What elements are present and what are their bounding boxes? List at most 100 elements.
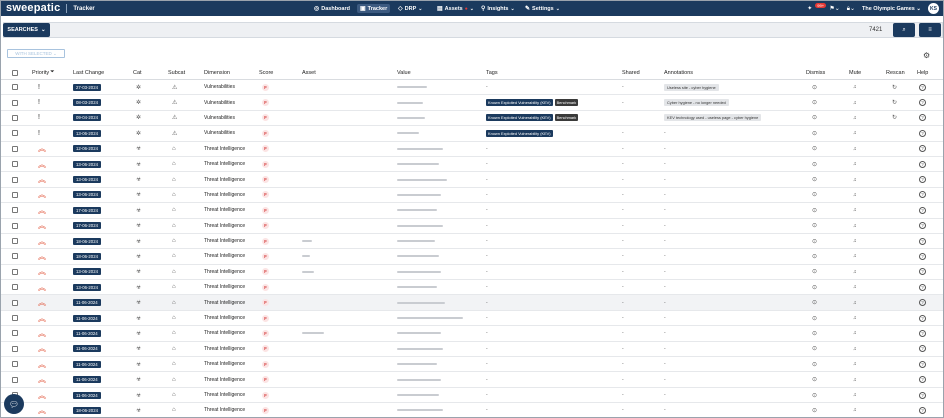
toggle-icon[interactable]: ⊙ bbox=[812, 130, 817, 137]
bell-icon[interactable]: ♫ bbox=[853, 161, 857, 167]
value-redacted[interactable] bbox=[397, 286, 437, 289]
nav-tracker[interactable]: ▣ Tracker bbox=[357, 4, 391, 13]
table-row[interactable]: ︽ 12-06-2024 ☣ ⌂ Threat Intelligence F - - - ⊙ ♫? bbox=[1, 142, 943, 157]
value-redacted[interactable] bbox=[397, 193, 441, 196]
select-all-checkbox[interactable] bbox=[12, 69, 18, 76]
help-icon[interactable]: ? bbox=[919, 129, 926, 137]
asset-redacted[interactable] bbox=[302, 270, 314, 273]
help-icon[interactable]: ? bbox=[919, 222, 926, 230]
table-row[interactable]: ︽ 11-06-2024 ☣ ⌂ Threat Intelligence F - - - ⊙ ♫? bbox=[1, 388, 943, 404]
help-icon[interactable]: ? bbox=[919, 191, 926, 199]
value-redacted[interactable] bbox=[397, 132, 419, 135]
bell-icon[interactable]: ♫ bbox=[853, 284, 857, 290]
brand-logo[interactable]: sweepatic bbox=[1, 1, 60, 16]
help-icon[interactable]: ? bbox=[919, 176, 926, 184]
nav-drp[interactable]: ◇ DRP ⌄ bbox=[395, 4, 425, 13]
bell-icon[interactable]: ♫ bbox=[853, 192, 857, 198]
row-checkbox[interactable] bbox=[12, 330, 18, 337]
help-icon[interactable]: ? bbox=[919, 160, 926, 168]
table-row[interactable]: ! 09-04-2024 ✲ ⚠ Vulnerabilities F Known Explo… bbox=[1, 111, 943, 127]
help-icon[interactable]: ? bbox=[919, 329, 926, 337]
asset-redacted[interactable] bbox=[302, 240, 312, 243]
value-redacted[interactable] bbox=[397, 394, 439, 396]
help-icon[interactable]: ? bbox=[919, 99, 926, 107]
column-header-subcat[interactable]: Subcat bbox=[168, 66, 185, 79]
toggle-icon[interactable]: ⊙ bbox=[812, 84, 817, 91]
help-icon[interactable]: ? bbox=[919, 345, 926, 353]
column-header-annotations[interactable]: Annotations bbox=[664, 66, 693, 79]
column-header-mute[interactable]: Mute bbox=[849, 66, 861, 79]
column-header-last-change[interactable]: Last Change bbox=[73, 66, 104, 79]
bell-icon[interactable]: ♫ bbox=[853, 330, 857, 336]
bell-icon[interactable]: ♫ bbox=[853, 223, 857, 229]
table-row[interactable]: ︽ 11-06-2024 ☣ ⌂ Threat Intelligence F - - - ⊙ ♫? bbox=[1, 342, 943, 358]
table-row[interactable]: ︽ 13-06-2024 ☣ ⌂ Threat Intelligence F - - - ⊙ ♫? bbox=[1, 265, 943, 281]
toggle-icon[interactable]: ⊙ bbox=[812, 315, 817, 322]
row-checkbox[interactable] bbox=[12, 207, 18, 214]
searches-button[interactable]: SEARCHES ⌄ bbox=[3, 23, 50, 37]
row-checkbox[interactable] bbox=[12, 238, 18, 245]
toggle-icon[interactable]: ⊙ bbox=[812, 376, 817, 383]
row-checkbox[interactable] bbox=[12, 376, 18, 383]
bell-icon[interactable]: ♫ bbox=[853, 84, 857, 90]
column-header-shared[interactable]: Shared bbox=[622, 66, 640, 79]
row-checkbox[interactable] bbox=[12, 84, 18, 91]
asset-redacted[interactable] bbox=[302, 332, 324, 335]
toggle-icon[interactable]: ⊙ bbox=[812, 268, 817, 275]
table-settings-icon[interactable]: ⚙ bbox=[923, 51, 930, 60]
column-header-dismiss[interactable]: Dismiss bbox=[806, 66, 825, 79]
value-redacted[interactable] bbox=[397, 301, 445, 304]
row-checkbox[interactable] bbox=[12, 191, 18, 198]
chat-button[interactable]: 💬︎ bbox=[4, 394, 24, 414]
column-header-value[interactable]: Value bbox=[397, 66, 411, 79]
value-redacted[interactable] bbox=[397, 255, 439, 258]
row-checkbox[interactable] bbox=[12, 99, 18, 106]
tag-badge[interactable]: Known Exploited Vulnerability (KEV) bbox=[486, 99, 553, 107]
table-row[interactable]: ︽ 11-06-2024 ☣ ⌂ Threat Intelligence F - - - ⊙ ♫? bbox=[1, 372, 943, 388]
table-row[interactable]: ︽ 13-06-2024 ☣ ⌂ Threat Intelligence F - - - ⊙ ♫? bbox=[1, 280, 943, 296]
bell-icon[interactable]: ♫ bbox=[853, 377, 857, 383]
help-icon[interactable]: ? bbox=[919, 314, 926, 322]
table-row[interactable]: ︽ 17-06-2024 ☣ ⌂ Threat Intelligence F - - - ⊙ ♫? bbox=[1, 203, 943, 219]
toggle-icon[interactable]: ⊙ bbox=[812, 284, 817, 291]
column-header-dimension[interactable]: Dimension bbox=[204, 66, 230, 79]
rescan-icon[interactable]: ↻ bbox=[892, 114, 897, 121]
lock-button[interactable]: 🔒︎⌄ bbox=[847, 5, 855, 13]
row-checkbox[interactable] bbox=[12, 114, 18, 121]
value-redacted[interactable] bbox=[397, 332, 441, 335]
table-row[interactable]: ︽ 18-06-2024 ☣ ⌂ Threat Intelligence F - - - ⊙ ♫? bbox=[1, 249, 943, 265]
toggle-icon[interactable]: ⊙ bbox=[812, 114, 817, 121]
table-row[interactable]: ︽ 13-06-2024 ☣ ⌂ Threat Intelligence F - - - ⊙ ♫? bbox=[1, 188, 943, 204]
column-header-score[interactable]: Score bbox=[259, 66, 273, 79]
bell-icon[interactable]: ♫ bbox=[853, 253, 857, 259]
bell-icon[interactable]: ♫ bbox=[853, 146, 857, 152]
column-header-priority[interactable]: Priority ⏷ bbox=[32, 66, 55, 79]
table-row[interactable]: ︽ 18-06-2024 ☣ ⌂ Threat Intelligence F - - - ⊙ ♫? bbox=[1, 234, 943, 250]
row-checkbox[interactable] bbox=[12, 345, 18, 352]
column-header-cat[interactable]: Cat bbox=[133, 66, 142, 79]
bell-icon[interactable]: ♫ bbox=[853, 100, 857, 106]
toggle-icon[interactable]: ⊙ bbox=[812, 161, 817, 168]
value-redacted[interactable] bbox=[397, 409, 443, 412]
with-selected-dropdown[interactable]: WITH SELECTED ⌄ bbox=[7, 49, 65, 58]
table-row[interactable]: ! 08-03-2024 ✲ ⚠ Vulnerabilities F Known Explo… bbox=[1, 95, 943, 111]
toggle-icon[interactable]: ⊙ bbox=[812, 222, 817, 229]
toggle-icon[interactable]: ⊙ bbox=[812, 99, 817, 106]
row-checkbox[interactable] bbox=[12, 253, 18, 260]
organization-selector[interactable]: The Olympic Games ⌄ bbox=[862, 6, 921, 12]
toggle-icon[interactable]: ⊙ bbox=[812, 361, 817, 368]
tag-badge[interactable]: Benchmark bbox=[554, 114, 579, 122]
row-checkbox[interactable] bbox=[12, 130, 18, 137]
bell-icon[interactable]: ♫ bbox=[853, 392, 857, 398]
column-header-tags[interactable]: Tags bbox=[486, 66, 498, 79]
bell-icon[interactable]: ♫ bbox=[853, 300, 857, 306]
row-checkbox[interactable] bbox=[12, 299, 18, 306]
table-row[interactable]: ︽ 11-06-2024 ☣ ⌂ Threat Intelligence F - - - ⊙ ♫? bbox=[1, 295, 943, 311]
table-row[interactable]: ! 27-03-2024 ✲ ⚠ Vulnerabilities F - - Useless s… bbox=[1, 80, 943, 96]
help-icon[interactable]: ? bbox=[919, 83, 926, 91]
toggle-icon[interactable]: ⊙ bbox=[812, 407, 817, 414]
row-checkbox[interactable] bbox=[12, 268, 18, 275]
help-icon[interactable]: ? bbox=[919, 268, 926, 276]
value-redacted[interactable] bbox=[397, 270, 441, 273]
table-row[interactable]: ︽ 18-06-2024 ☣ ⌂ Threat Intelligence F - - - ⊙ ♫? bbox=[1, 403, 943, 417]
